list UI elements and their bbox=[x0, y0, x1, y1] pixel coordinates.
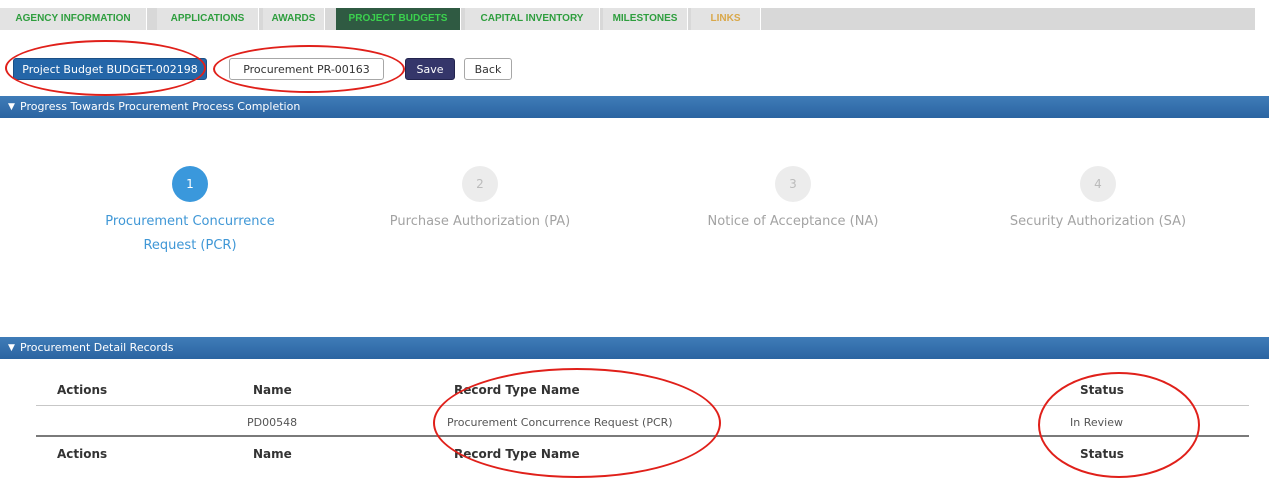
column-header-actions[interactable]: Actions bbox=[57, 383, 107, 397]
tab-links[interactable]: LINKS bbox=[691, 8, 761, 30]
back-button[interactable]: Back bbox=[464, 58, 512, 80]
table-divider bbox=[36, 435, 1249, 437]
project-budget-button[interactable]: Project Budget BUDGET-002198 bbox=[13, 58, 207, 80]
row-record-type-cell: Procurement Concurrence Request (PCR) bbox=[447, 416, 673, 429]
records-section-header[interactable]: ▼ Procurement Detail Records bbox=[0, 337, 1269, 359]
procurement-button[interactable]: Procurement PR-00163 bbox=[229, 58, 384, 80]
step-sa[interactable]: 4 Security Authorization (SA) bbox=[978, 166, 1218, 234]
step-pa[interactable]: 2 Purchase Authorization (PA) bbox=[360, 166, 600, 234]
step-pcr[interactable]: 1 Procurement Concurrence Request (PCR) bbox=[70, 166, 310, 258]
top-tab-bar: AGENCY INFORMATION APPLICATIONS AWARDS P… bbox=[0, 8, 1255, 30]
progress-section-header[interactable]: ▼ Progress Towards Procurement Process C… bbox=[0, 96, 1269, 118]
tab-applications[interactable]: APPLICATIONS bbox=[157, 8, 259, 30]
tab-capital-inventory[interactable]: CAPITAL INVENTORY bbox=[465, 8, 600, 30]
step-number-badge: 3 bbox=[775, 166, 811, 202]
records-section-title: Procurement Detail Records bbox=[20, 341, 174, 354]
step-na[interactable]: 3 Notice of Acceptance (NA) bbox=[673, 166, 913, 234]
footer-header-record-type: Record Type Name bbox=[454, 447, 580, 461]
tab-milestones[interactable]: MILESTONES bbox=[603, 8, 688, 30]
row-status-cell: In Review bbox=[1070, 416, 1123, 429]
tab-project-budgets[interactable]: PROJECT BUDGETS bbox=[336, 8, 461, 30]
step-label: Security Authorization (SA) bbox=[1009, 214, 1187, 229]
collapse-caret-icon[interactable]: ▼ bbox=[8, 96, 15, 118]
step-number-badge: 4 bbox=[1080, 166, 1116, 202]
footer-header-name: Name bbox=[253, 447, 292, 461]
table-divider bbox=[36, 405, 1249, 406]
footer-header-actions: Actions bbox=[57, 447, 108, 461]
progress-section-title: Progress Towards Procurement Process Com… bbox=[20, 100, 301, 113]
tab-agency-information[interactable]: AGENCY INFORMATION bbox=[0, 8, 147, 30]
column-header-status[interactable]: Status bbox=[1080, 383, 1124, 397]
column-header-name[interactable]: Name bbox=[253, 383, 292, 397]
collapse-caret-icon[interactable]: ▼ bbox=[8, 337, 15, 359]
step-number-badge: 1 bbox=[172, 166, 208, 202]
tab-awards[interactable]: AWARDS bbox=[263, 8, 325, 30]
row-name-cell[interactable]: PD00548 bbox=[247, 416, 297, 429]
save-button[interactable]: Save bbox=[405, 58, 455, 80]
column-header-record-type[interactable]: Record Type Name bbox=[454, 383, 580, 397]
step-label: Purchase Authorization (PA) bbox=[389, 214, 571, 229]
step-label: Procurement Concurrence Request (PCR) bbox=[105, 214, 275, 253]
footer-header-status: Status bbox=[1080, 447, 1124, 461]
step-label: Notice of Acceptance (NA) bbox=[707, 214, 879, 229]
step-number-badge: 2 bbox=[462, 166, 498, 202]
